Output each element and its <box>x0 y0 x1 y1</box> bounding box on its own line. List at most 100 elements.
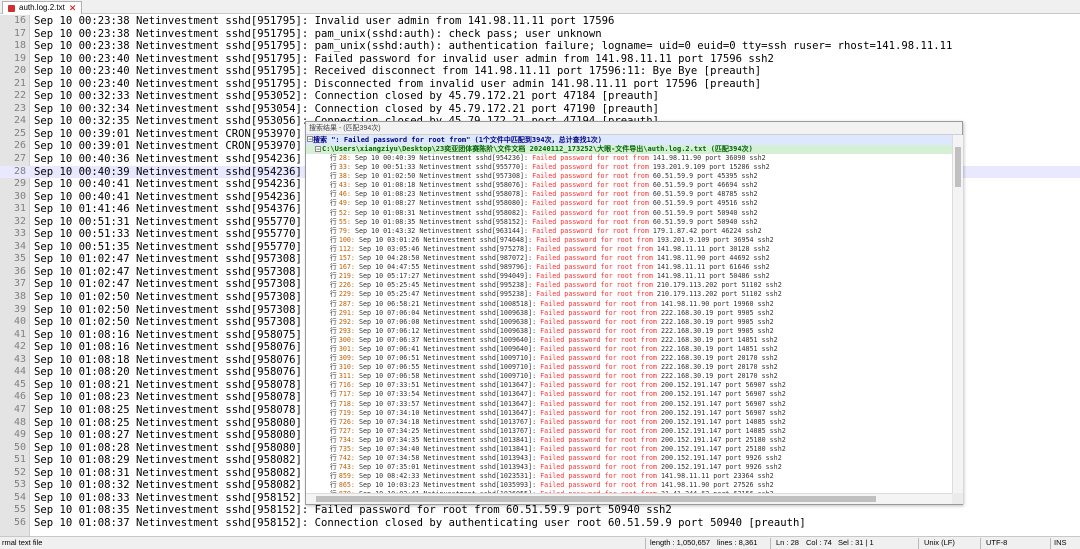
search-hit-row[interactable]: 行 52: Sep 10 01:08:31 Netinvestment sshd… <box>306 209 952 218</box>
search-hit-row[interactable]: 行 43: Sep 10 01:08:18 Netinvestment sshd… <box>306 181 952 190</box>
hit-text: Sep 10 07:06:37 Netinvestment sshd[10096… <box>358 335 541 344</box>
editor-line[interactable]: 20 Sep 10 00:23:40 Netinvestment sshd[951… <box>0 65 1080 78</box>
search-hit-row[interactable]: 行 49: Sep 10 01:08:27 Netinvestment sshd… <box>306 199 952 208</box>
line-number: 55 <box>13 504 26 516</box>
search-hit-row[interactable]: 行 301: Sep 10 07:06:41 Netinvestment ssh… <box>306 345 952 354</box>
search-hit-row[interactable]: 行 311: Sep 10 07:06:58 Netinvestment ssh… <box>306 372 952 381</box>
editor-line[interactable]: 55 Sep 10 01:08:35 Netinvestment sshd[958… <box>0 504 1080 517</box>
hit-match: Failed password for root from <box>532 190 649 199</box>
editor-line[interactable]: 21 Sep 10 00:23:40 Netinvestment sshd[951… <box>0 78 1080 91</box>
hit-line-number: 287: <box>338 299 359 308</box>
search-file-entry[interactable]: − C:\Users\xiangziyu\Desktop\23奕亚团体赛陈阶\文… <box>306 145 952 154</box>
scroll-thumb[interactable] <box>955 147 961 187</box>
search-hit-row[interactable]: 行 287: Sep 10 06:58:21 Netinvestment ssh… <box>306 300 952 309</box>
hit-line-prefix: 行 <box>330 481 339 490</box>
search-hit-row[interactable]: 行 100: Sep 10 03:01:26 Netinvestment ssh… <box>306 236 952 245</box>
status-length: length : 1,050,657 <box>650 538 711 547</box>
search-hit-row[interactable]: 行 310: Sep 10 07:06:55 Netinvestment ssh… <box>306 363 952 372</box>
hit-line-prefix: 行 <box>330 354 339 363</box>
search-hit-row[interactable]: 行 292: Sep 10 07:06:08 Netinvestment ssh… <box>306 318 952 327</box>
search-hit-row[interactable]: 行 735: Sep 10 07:34:40 Netinvestment ssh… <box>306 445 952 454</box>
hit-match: Failed password for root from <box>540 299 657 308</box>
hit-text: 210.179.113.202 port 51102 ssh2 <box>652 290 782 299</box>
hit-text: Sep 10 01:08:35 Netinvestment sshd[95815… <box>354 217 533 226</box>
search-hit-row[interactable]: 行 717: Sep 10 07:33:54 Netinvestment ssh… <box>306 390 952 399</box>
scroll-thumb[interactable] <box>316 496 876 502</box>
line-text: Sep 10 01:02:50 Netinvestment sshd[95730… <box>34 316 302 329</box>
hit-match: Failed password for root from <box>532 226 649 235</box>
hit-match: Failed password for root from <box>540 381 657 390</box>
collapse-icon[interactable]: − <box>315 146 321 153</box>
search-hit-row[interactable]: 行 112: Sep 10 03:05:46 Netinvestment ssh… <box>306 245 952 254</box>
editor-line[interactable]: 19 Sep 10 00:23:40 Netinvestment sshd[951… <box>0 53 1080 66</box>
hit-text: 222.168.30.19 port 20170 ssh2 <box>656 372 778 381</box>
line-text: Sep 10 01:02:50 Netinvestment sshd[95730… <box>34 303 302 316</box>
line-number: 45 <box>13 378 26 390</box>
line-number: 28 <box>13 165 26 177</box>
search-hit-row[interactable]: 行 38: Sep 10 01:02:50 Netinvestment sshd… <box>306 172 952 181</box>
line-number: 27 <box>13 153 26 165</box>
editor-line[interactable]: 18 Sep 10 00:23:38 Netinvestment sshd[951… <box>0 40 1080 53</box>
search-hit-row[interactable]: 行 743: Sep 10 07:35:01 Netinvestment ssh… <box>306 463 952 472</box>
hit-line-number: 743: <box>338 463 359 472</box>
editor-line[interactable]: 16 Sep 10 00:23:38 Netinvestment sshd[951… <box>0 15 1080 28</box>
editor-line[interactable]: 22 Sep 10 00:32:33 Netinvestment sshd[953… <box>0 90 1080 103</box>
hit-line-prefix: 行 <box>330 363 339 372</box>
search-results-panel[interactable]: 搜索结果 - (匹配394次) − 搜索 ": Failed password … <box>305 121 963 505</box>
search-hit-row[interactable]: 行 719: Sep 10 07:34:10 Netinvestment ssh… <box>306 409 952 418</box>
status-eol[interactable]: Unix (LF) <box>924 537 955 549</box>
hit-line-prefix: 行 <box>330 454 339 463</box>
hit-line-number: 300: <box>338 335 359 344</box>
tab-auth-log[interactable]: auth.log.2.txt ✕ <box>2 1 83 14</box>
hit-match: Failed password for root from <box>536 235 653 244</box>
search-hit-row[interactable]: 行 79: Sep 10 01:43:32 Netinvestment sshd… <box>306 227 952 236</box>
line-text: Sep 10 00:40:41 Netinvestment sshd[95423… <box>34 178 302 191</box>
editor-line[interactable]: 23 Sep 10 00:32:34 Netinvestment sshd[953… <box>0 103 1080 116</box>
status-insert-mode[interactable]: INS <box>1054 537 1067 549</box>
search-hit-row[interactable]: 行 229: Sep 10 05:25:47 Netinvestment ssh… <box>306 290 952 299</box>
search-hit-row[interactable]: 行 727: Sep 10 07:34:25 Netinvestment ssh… <box>306 427 952 436</box>
line-text: Sep 10 01:08:20 Netinvestment sshd[95807… <box>34 366 302 379</box>
search-hit-row[interactable]: 行 167: Sep 10 04:47:55 Netinvestment ssh… <box>306 263 952 272</box>
search-hit-row[interactable]: 行 219: Sep 10 05:17:27 Netinvestment ssh… <box>306 272 952 281</box>
search-summary[interactable]: − 搜索 ": Failed password for root from" (… <box>306 135 952 145</box>
search-results-body[interactable]: − 搜索 ": Failed password for root from" (… <box>306 135 952 493</box>
hit-line-prefix: 行 <box>330 208 339 217</box>
search-hit-row[interactable]: 行 300: Sep 10 07:06:37 Netinvestment ssh… <box>306 336 952 345</box>
hit-text: 200.152.191.147 port 14085 ssh2 <box>656 417 786 426</box>
status-col: Col : 74 <box>806 538 832 547</box>
search-hit-list: 行 28: Sep 10 00:40:39 Netinvestment sshd… <box>306 154 952 493</box>
search-hit-row[interactable]: 行 291: Sep 10 07:06:04 Netinvestment ssh… <box>306 309 952 318</box>
search-hit-row[interactable]: 行 726: Sep 10 07:34:18 Netinvestment ssh… <box>306 418 952 427</box>
line-text: Sep 10 00:32:33 Netinvestment sshd[95305… <box>34 90 660 103</box>
search-hit-row[interactable]: 行 734: Sep 10 07:34:35 Netinvestment ssh… <box>306 436 952 445</box>
search-hit-row[interactable]: 行 742: Sep 10 07:34:58 Netinvestment ssh… <box>306 454 952 463</box>
search-hit-row[interactable]: 行 28: Sep 10 00:40:39 Netinvestment sshd… <box>306 154 952 163</box>
hit-text: Sep 10 07:06:58 Netinvestment sshd[10097… <box>358 372 541 381</box>
collapse-icon[interactable]: − <box>307 136 313 143</box>
editor-line[interactable]: 56 Sep 10 01:08:37 Netinvestment sshd[958… <box>0 517 1080 530</box>
status-encoding[interactable]: UTF-8 <box>986 537 1007 549</box>
hit-line-number: 43: <box>338 181 355 190</box>
line-text: Sep 10 00:23:38 Netinvestment sshd[95179… <box>34 40 953 53</box>
hit-text: 193.201.9.109 port 36954 ssh2 <box>652 235 774 244</box>
search-hit-row[interactable]: 行 309: Sep 10 07:06:51 Netinvestment ssh… <box>306 354 952 363</box>
search-file-path: C:\Users\xiangziyu\Desktop\23奕亚团体赛陈阶\文件文… <box>322 145 753 153</box>
line-number: 46 <box>13 391 26 403</box>
close-icon[interactable]: ✕ <box>69 2 77 14</box>
hit-match: Failed password for root from <box>540 408 657 417</box>
search-hit-row[interactable]: 行 157: Sep 10 04:28:50 Netinvestment ssh… <box>306 254 952 263</box>
search-hit-row[interactable]: 行 293: Sep 10 07:06:12 Netinvestment ssh… <box>306 327 952 336</box>
vertical-scrollbar[interactable] <box>952 135 963 493</box>
horizontal-scrollbar[interactable] <box>306 493 952 504</box>
editor-line[interactable]: 17 Sep 10 00:23:38 Netinvestment sshd[951… <box>0 28 1080 41</box>
hit-line-number: 79: <box>338 226 355 235</box>
hit-text: 141.98.11.90 port 19960 ssh2 <box>656 299 774 308</box>
search-hit-row[interactable]: 行 718: Sep 10 07:33:57 Netinvestment ssh… <box>306 400 952 409</box>
search-hit-row[interactable]: 行 55: Sep 10 01:08:35 Netinvestment sshd… <box>306 218 952 227</box>
search-hit-row[interactable]: 行 859: Sep 10 08:42:33 Netinvestment ssh… <box>306 472 952 481</box>
hit-line-number: 301: <box>338 344 359 353</box>
hit-line-prefix: 行 <box>330 445 339 453</box>
search-hit-row[interactable]: 行 33: Sep 10 00:51:33 Netinvestment sshd… <box>306 163 952 172</box>
line-number: 43 <box>13 353 26 365</box>
